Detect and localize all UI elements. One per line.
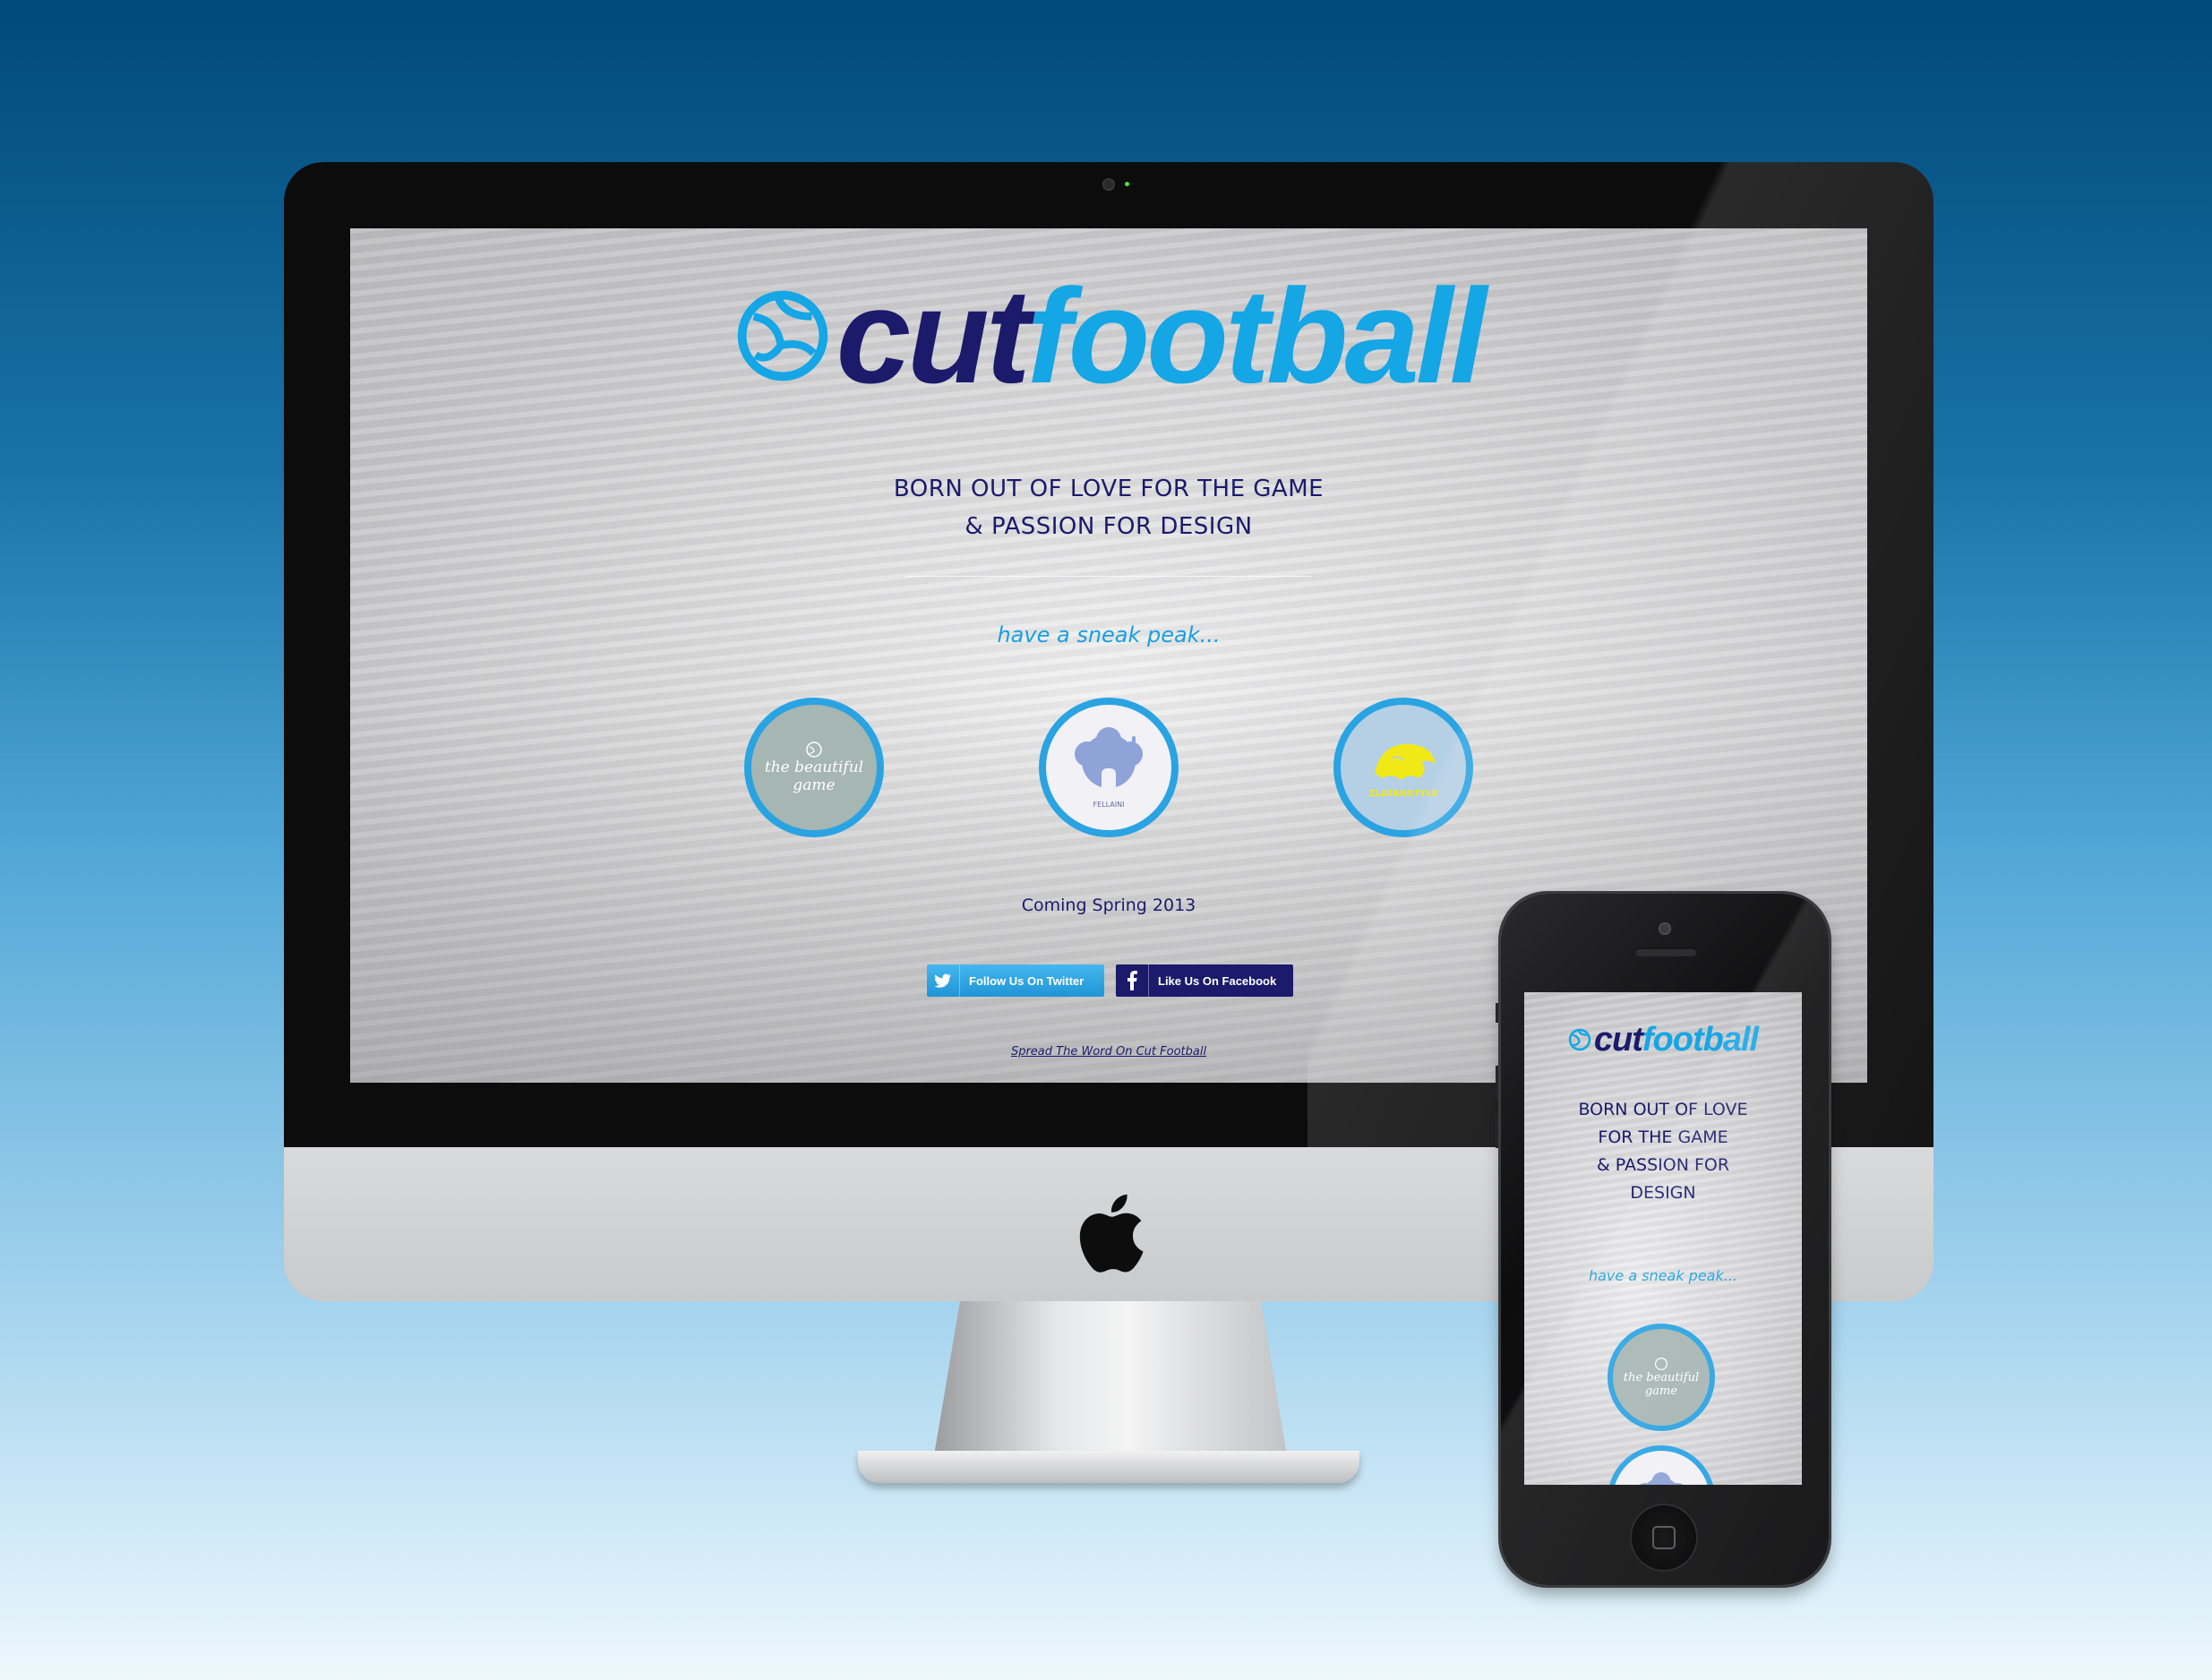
home-button-square bbox=[1652, 1526, 1676, 1549]
product-circle-zlatanstyle[interactable]: ZLATANSTYLE bbox=[1333, 698, 1473, 837]
tagline-line-3: & PASSION FOR bbox=[1596, 1155, 1730, 1175]
apple-logo-icon bbox=[1079, 1194, 1144, 1273]
twitter-bird-icon bbox=[927, 964, 960, 997]
like-facebook-button[interactable]: Like Us On Facebook bbox=[1116, 964, 1293, 997]
tagline-line-4: DESIGN bbox=[1630, 1183, 1696, 1203]
football-icon bbox=[806, 741, 822, 758]
iphone-speaker bbox=[1634, 947, 1697, 956]
tagline: BORN OUT OF LOVE FOR THE GAME & PASSION … bbox=[1524, 1096, 1802, 1207]
logo-football-text: football bbox=[1642, 1020, 1759, 1059]
cutfootball-logo[interactable]: cut football bbox=[350, 261, 1867, 411]
tagline: BORN OUT OF LOVE FOR THE GAME & PASSION … bbox=[350, 470, 1867, 545]
divider bbox=[905, 576, 1312, 577]
tagline-line-2: & PASSION FOR DESIGN bbox=[965, 513, 1253, 540]
logo-football-text: football bbox=[1026, 260, 1488, 411]
facebook-f-icon bbox=[1116, 964, 1149, 997]
afro-hair-icon bbox=[1639, 1472, 1684, 1485]
product-label: FELLAINI bbox=[1093, 800, 1125, 809]
facebook-button-label: Like Us On Facebook bbox=[1158, 973, 1277, 988]
iphone-front-camera bbox=[1659, 922, 1671, 935]
tagline-line-1: BORN OUT OF LOVE bbox=[1578, 1100, 1748, 1119]
imac-camera bbox=[1102, 178, 1115, 191]
imac-stand bbox=[931, 1301, 1290, 1471]
product-circle-beautiful-game[interactable]: the beautiful game bbox=[1608, 1324, 1715, 1431]
sneak-peak-text: have a sneak peak... bbox=[997, 622, 1221, 647]
product-label: ZLATANSTYLE bbox=[1368, 788, 1438, 799]
home-button-icon[interactable] bbox=[1632, 1505, 1696, 1570]
football-icon bbox=[1655, 1358, 1668, 1370]
logo-cut-text: cut bbox=[836, 260, 1031, 411]
imac-camera-led bbox=[1125, 182, 1129, 186]
imac-stand-foot bbox=[858, 1451, 1359, 1483]
logo-cut-text: cut bbox=[1593, 1020, 1643, 1059]
product-circle-fellaini[interactable]: FELLAINI bbox=[1039, 698, 1179, 837]
tagline-line-1: BORN OUT OF LOVE FOR THE GAME bbox=[893, 476, 1325, 502]
product-label: the beautiful game bbox=[764, 759, 864, 794]
product-circle-beautiful-game[interactable]: the beautiful game bbox=[744, 698, 884, 837]
product-label: the beautiful game bbox=[1623, 1371, 1700, 1398]
cutfootball-logo[interactable]: cut football bbox=[1524, 1019, 1802, 1060]
tagline-line-2: FOR THE GAME bbox=[1598, 1127, 1728, 1147]
sneak-peak-text: have a sneak peak... bbox=[1588, 1267, 1738, 1284]
lion-head-icon bbox=[1375, 743, 1436, 780]
afro-hair-icon bbox=[1075, 726, 1143, 792]
follow-twitter-button[interactable]: Follow Us On Twitter bbox=[927, 964, 1104, 997]
football-icon bbox=[1568, 1028, 1591, 1051]
twitter-button-label: Follow Us On Twitter bbox=[969, 973, 1085, 988]
iphone-screen: cut football BORN OUT OF LOVE FOR THE GAM… bbox=[1524, 992, 1802, 1485]
football-icon bbox=[737, 290, 827, 381]
